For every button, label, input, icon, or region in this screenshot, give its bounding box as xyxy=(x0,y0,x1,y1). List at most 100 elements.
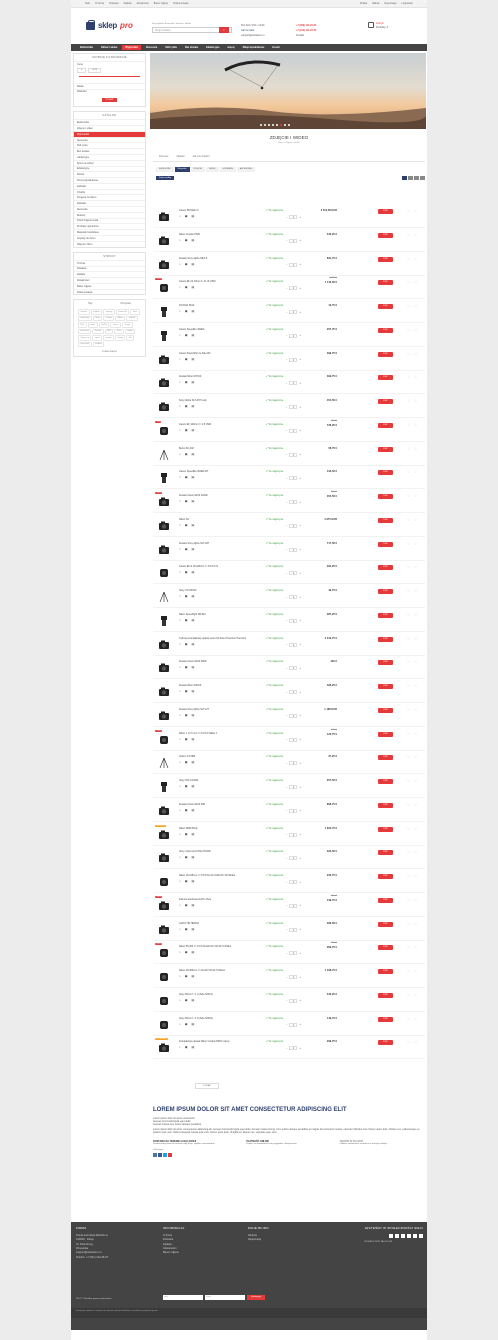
gallery-icon[interactable]: ▣ xyxy=(185,357,188,362)
quick-view-icon[interactable]: ⌕ xyxy=(179,808,181,813)
quantity-input[interactable]: 1 xyxy=(289,975,298,979)
quick-view-icon[interactable]: ⌕ xyxy=(179,475,181,480)
quantity-stepper[interactable]: −1 + xyxy=(286,238,301,243)
gallery-icon[interactable]: ▣ xyxy=(185,974,188,979)
tag[interactable]: tanie xyxy=(130,309,140,315)
minus-icon[interactable]: − xyxy=(286,1047,287,1050)
product-image[interactable] xyxy=(158,662,170,673)
minus-icon[interactable]: − xyxy=(286,881,287,884)
quick-view-icon[interactable]: ⌕ xyxy=(179,333,181,338)
wishlist-icon[interactable]: ♡ xyxy=(407,375,410,379)
quick-view-icon[interactable]: ⌕ xyxy=(179,357,181,362)
compare-icon[interactable]: ▤ xyxy=(192,594,195,599)
product-image[interactable] xyxy=(158,259,170,270)
cart-label[interactable]: Koszyk xyxy=(376,22,384,25)
minus-icon[interactable]: − xyxy=(286,1023,287,1026)
quantity-input[interactable]: 1 xyxy=(289,737,298,742)
product-name[interactable]: Nikon 55-300 f / 4.5-5.6G ED DX VR AF-S … xyxy=(179,945,259,948)
tag[interactable]: Tesla xyxy=(114,328,124,335)
quantity-stepper[interactable]: −1 + xyxy=(286,975,301,979)
quantity-input[interactable]: 1 xyxy=(289,238,298,243)
tag[interactable]: kamera xyxy=(78,309,90,315)
quantity-input[interactable]: 1 xyxy=(289,880,298,884)
quantity-input[interactable]: 1 xyxy=(289,476,298,481)
nav-item[interactable]: Odzież i wideo xyxy=(98,45,120,50)
plus-icon[interactable]: + xyxy=(299,833,300,836)
buy-button[interactable]: KUP xyxy=(378,969,393,974)
quick-view-icon[interactable]: ⌕ xyxy=(179,713,181,718)
buy-button[interactable]: KUP xyxy=(378,232,393,238)
quick-view-icon[interactable]: ⌕ xyxy=(179,855,181,860)
wishlist-icon[interactable]: ♡ xyxy=(407,280,410,284)
quantity-stepper[interactable]: −1 + xyxy=(286,1022,301,1027)
compare-toggle-icon[interactable]: ♡ xyxy=(414,233,417,237)
compare-icon[interactable]: ▤ xyxy=(192,1045,195,1050)
compare-toggle-icon[interactable]: ♡ xyxy=(414,922,417,926)
product-name[interactable]: Zestaw Sony Alpha NEX-5 xyxy=(179,257,259,260)
plus-icon[interactable]: + xyxy=(299,453,300,456)
compare-toggle-icon[interactable]: ♡ xyxy=(414,352,417,356)
gallery-icon[interactable]: ▣ xyxy=(185,927,188,932)
compare-toggle-icon[interactable]: ♡ xyxy=(414,209,417,213)
tag[interactable]: outdoor xyxy=(92,341,105,348)
compare-icon[interactable]: ▤ xyxy=(192,998,195,1003)
compare-toggle-icon[interactable]: ♡ xyxy=(414,898,417,902)
plus-icon[interactable]: + xyxy=(299,976,300,979)
compare-icon[interactable]: ▤ xyxy=(192,214,195,219)
quantity-input[interactable]: 1 xyxy=(289,1046,298,1051)
product-image[interactable] xyxy=(158,472,170,484)
compare-toggle-icon[interactable]: ♡ xyxy=(414,470,417,474)
gallery-icon[interactable]: ▣ xyxy=(185,428,188,433)
quick-view-icon[interactable]: ⌕ xyxy=(179,642,181,647)
product-name[interactable]: DJI DLR S612 xyxy=(179,304,259,307)
quantity-input[interactable]: 1 xyxy=(289,618,298,623)
social-icons[interactable] xyxy=(333,1233,423,1238)
product-image[interactable] xyxy=(158,852,170,863)
quantity-input[interactable]: 1 xyxy=(289,262,298,267)
quantity-input[interactable]: 1 xyxy=(289,452,298,457)
quantity-input[interactable]: 1 xyxy=(289,666,298,671)
footer-link[interactable]: Aktualności xyxy=(163,1247,185,1250)
quantity-stepper[interactable]: −1 + xyxy=(286,618,301,623)
product-name[interactable]: Sony VCT-R640 xyxy=(179,589,259,592)
buy-button[interactable]: KUP xyxy=(378,992,393,998)
buy-button[interactable]: KUP xyxy=(378,470,393,476)
wishlist-icon[interactable]: ♡ xyxy=(407,993,410,997)
minus-icon[interactable]: − xyxy=(286,976,287,979)
product-image[interactable] xyxy=(158,757,170,769)
compare-icon[interactable]: ▤ xyxy=(192,452,195,457)
gallery-icon[interactable]: ▣ xyxy=(185,380,188,385)
buy-button[interactable]: KUP xyxy=(378,375,393,381)
minus-icon[interactable]: − xyxy=(286,287,287,290)
quantity-stepper[interactable]: −1 + xyxy=(286,523,301,528)
compare-toggle-icon[interactable]: ♡ xyxy=(414,1040,417,1044)
compare-toggle-icon[interactable]: ♡ xyxy=(414,542,417,546)
tag[interactable]: aparaty xyxy=(103,309,115,315)
product-image[interactable] xyxy=(158,591,170,603)
compare-icon[interactable]: ▤ xyxy=(192,832,195,837)
category-filter-button[interactable]: WIDEO xyxy=(205,167,219,172)
minus-icon[interactable]: − xyxy=(286,239,287,242)
plus-icon[interactable]: + xyxy=(299,572,300,575)
product-name[interactable]: Sony 50mm f / 1.8 (SAL-50F18) xyxy=(179,1017,259,1020)
tag[interactable]: akcesoria xyxy=(78,341,92,348)
wishlist-icon[interactable]: ♡ xyxy=(407,922,410,926)
plus-icon[interactable]: + xyxy=(299,881,300,884)
quick-view-icon[interactable]: ⌕ xyxy=(179,737,181,742)
buy-button[interactable]: KUP xyxy=(378,304,393,309)
buy-button[interactable]: KUP xyxy=(378,660,393,666)
compare-toggle-icon[interactable]: ♡ xyxy=(414,423,417,427)
compare-toggle-icon[interactable]: ♡ xyxy=(414,945,417,949)
tag[interactable]: sport xyxy=(92,335,102,341)
compare-toggle-icon[interactable]: ♡ xyxy=(414,755,417,759)
gallery-icon[interactable]: ▣ xyxy=(185,238,188,243)
quick-view-icon[interactable]: ⌕ xyxy=(179,879,181,884)
quick-view-icon[interactable]: ⌕ xyxy=(179,998,181,1003)
product-name[interactable]: Canon EF 24-70mm f / 4L IS USM xyxy=(179,280,259,283)
apply-filter-button[interactable]: POKAŻ xyxy=(101,98,118,103)
wishlist-icon[interactable]: ♡ xyxy=(407,684,410,688)
product-image[interactable] xyxy=(158,1042,170,1053)
gallery-icon[interactable]: ▣ xyxy=(185,713,188,718)
gallery-icon[interactable]: ▣ xyxy=(185,452,188,457)
tag[interactable]: zoom xyxy=(87,322,98,328)
